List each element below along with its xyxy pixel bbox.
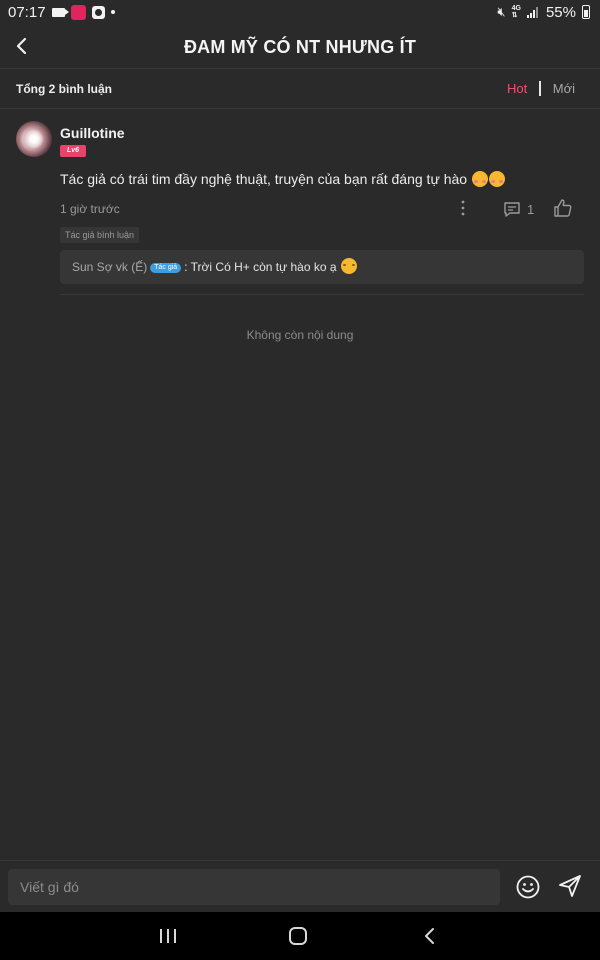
comment-input[interactable] (8, 869, 500, 905)
summary-divider (0, 108, 600, 109)
total-comments: Tổng 2 bình luận (16, 82, 112, 96)
comment-content: Tác giả có trái tim đầy nghệ thuật, truy… (60, 171, 505, 187)
comment-timestamp: 1 giờ trước (60, 202, 120, 216)
status-bar: 07:17 🔇︎ 4G ⇅ 55% (0, 0, 600, 24)
more-notifications-dot-icon (110, 10, 115, 14)
smiling-emoji-icon (340, 258, 357, 274)
comment-divider (60, 294, 584, 295)
author-badge: Tác giả (150, 263, 182, 273)
mangatoon-app-icon (70, 4, 86, 20)
system-nav-bar (0, 912, 600, 960)
level-badge: Lv6 (60, 145, 86, 157)
sort-hot-tab[interactable]: Hot (507, 81, 527, 96)
battery-icon (582, 5, 590, 19)
header: ĐAM MỸ CÓ NT NHƯNG ÍT (0, 24, 600, 68)
summary-row: Tổng 2 bình luận Hot Mới (0, 68, 600, 108)
reply-count: 1 (527, 201, 535, 217)
comment-username[interactable]: Guillotine (60, 125, 125, 141)
recent-apps-icon[interactable] (157, 926, 179, 946)
sort-new-tab[interactable]: Mới (553, 81, 575, 96)
status-bar-left: 07:17 (8, 4, 115, 21)
comments-screen: ĐAM MỸ CÓ NT NHƯNG ÍT Tổng 2 bình luận H… (0, 24, 600, 912)
emoji-picker-icon[interactable] (515, 874, 541, 900)
sort-separator (539, 81, 541, 96)
reply-username: Sun Sợ vk (Ế) (72, 260, 148, 274)
notification-app-icon (91, 5, 105, 19)
status-bar-right: 🔇︎ 4G ⇅ 55% (497, 4, 590, 21)
like-thumb-icon[interactable] (553, 198, 573, 218)
comment-bubble-icon (504, 202, 520, 217)
smiling-hearts-emoji-icon (488, 171, 505, 187)
end-of-content-text: Không còn nội dung (246, 328, 354, 342)
page-title: ĐAM MỸ CÓ NT NHƯNG ÍT (183, 37, 417, 57)
reply-text: : Trời Có H+ còn tự hào ko ạ (184, 260, 337, 274)
smiling-hearts-emoji-icon (471, 171, 488, 187)
network-4g-icon: 4G ⇅ (511, 5, 521, 19)
system-back-icon[interactable] (420, 926, 440, 946)
battery-percent: 55% (545, 3, 576, 21)
reply-preview[interactable]: Sun Sợ vk (Ế) Tác giả: Trời Có H+ còn tự … (60, 250, 584, 284)
comment-input-bar (0, 860, 600, 912)
signal-icon (526, 6, 540, 18)
status-time: 07:17 (8, 3, 46, 21)
send-icon[interactable] (557, 873, 583, 899)
reply-button[interactable]: 1 (503, 199, 543, 219)
video-call-icon (51, 7, 69, 17)
more-options-icon[interactable] (455, 199, 471, 217)
sort-toggle: Hot Mới (507, 81, 575, 96)
comment-text: Tác giả có trái tim đầy nghệ thuật, truy… (60, 171, 468, 187)
author-commented-tag: Tác giả bình luận (60, 227, 140, 243)
avatar[interactable] (16, 121, 52, 157)
home-icon[interactable] (287, 925, 309, 947)
mute-icon: 🔇︎ (497, 4, 506, 19)
